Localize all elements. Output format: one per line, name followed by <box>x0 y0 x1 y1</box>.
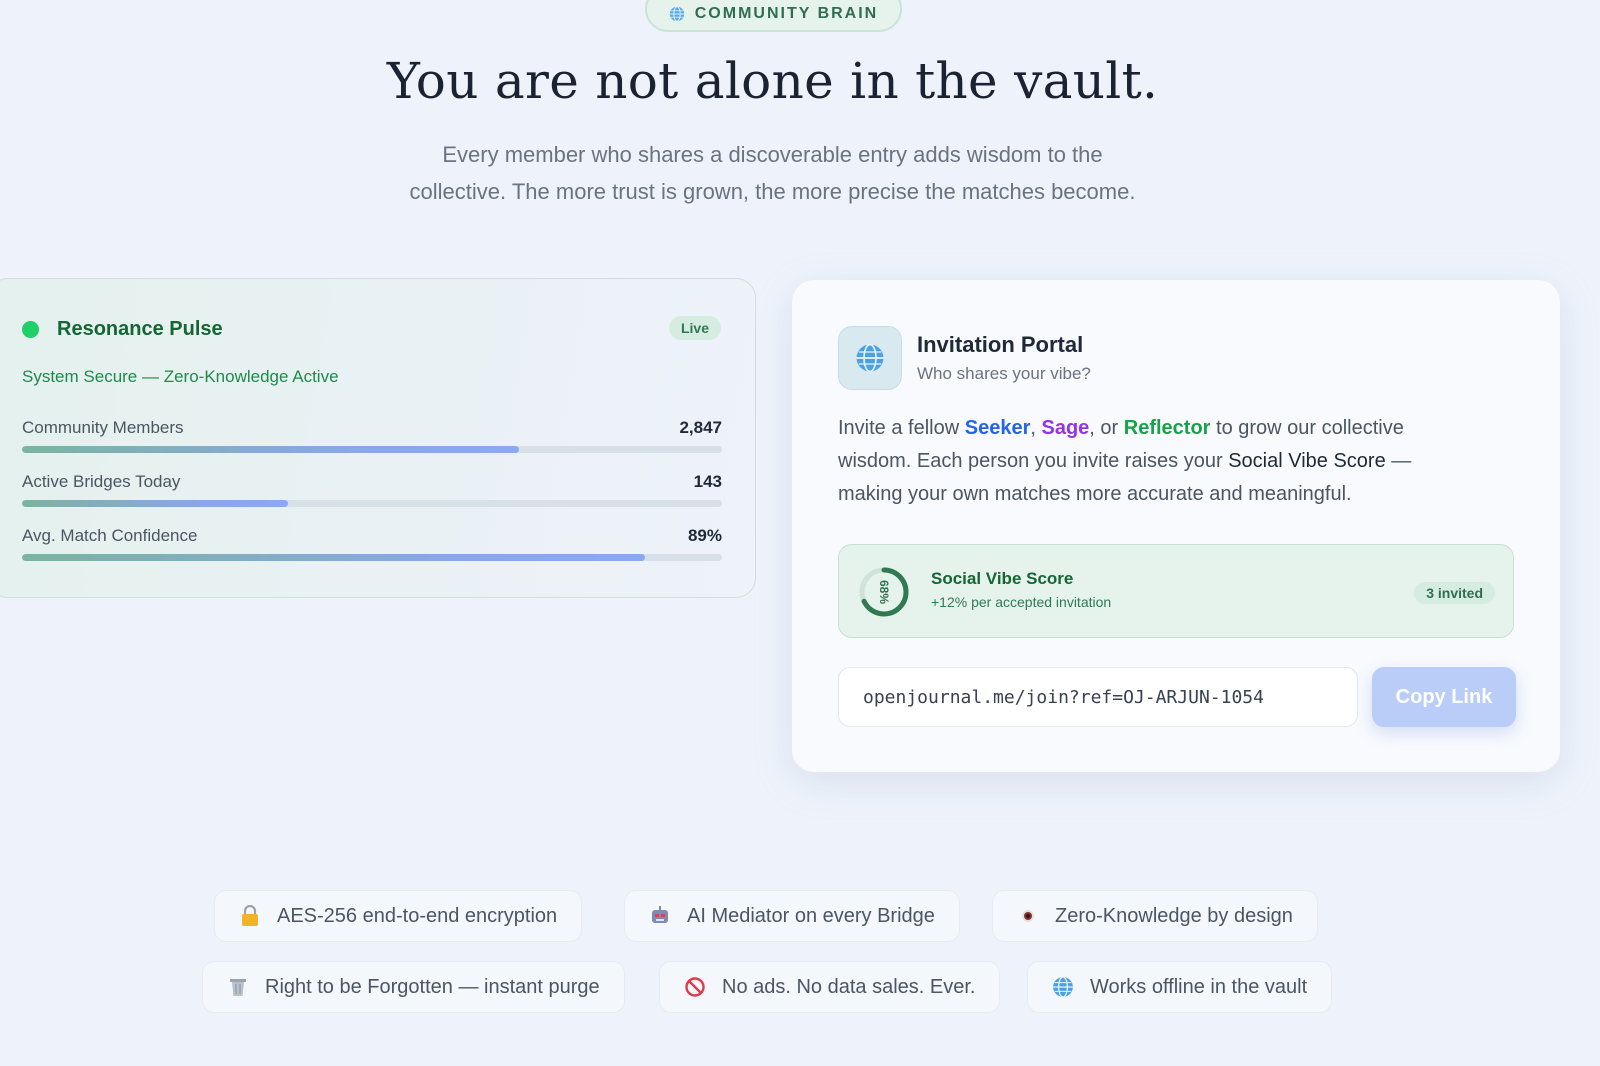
robot-icon <box>649 905 671 927</box>
feature-pill-encryption: AES-256 end-to-end encryption <box>214 890 583 942</box>
feature-label: Right to be Forgotten — instant purge <box>265 975 600 998</box>
vibe-score-percent: 68% <box>877 580 891 604</box>
metric-label: Active Bridges Today <box>22 472 181 491</box>
pulse-title: Resonance Pulse <box>57 318 223 340</box>
live-badge: Live <box>668 316 721 340</box>
invited-count-badge: 3 invited <box>1414 582 1495 604</box>
globe-icon <box>856 343 884 373</box>
feature-label: Zero-Knowledge by design <box>1055 904 1293 927</box>
metric-bar-fill <box>22 446 519 453</box>
feature-label: No ads. No data sales. Ever. <box>722 975 976 998</box>
globe-icon <box>669 6 684 22</box>
feature-label: Works offline in the vault <box>1090 975 1308 998</box>
role-reflector: Reflector <box>1123 417 1211 439</box>
status-dot-icon <box>22 321 39 338</box>
page-subtitle: Every member who shares a discoverable e… <box>340 136 1205 210</box>
eye-icon <box>1017 905 1039 927</box>
feature-pill-ai-mediator: AI Mediator on every Bridge <box>624 890 960 942</box>
subtitle-line: collective. The more trust is grown, the… <box>409 179 1136 204</box>
invitation-portal-card: Invitation Portal Who shares your vibe? … <box>792 280 1560 772</box>
page: COMMUNITY BRAIN You are not alone in the… <box>0 0 1600 1066</box>
subtitle-line: Every member who shares a discoverable e… <box>442 142 1103 167</box>
metric-bar-fill <box>22 500 288 507</box>
feature-pill-no-ads: No ads. No data sales. Ever. <box>659 961 1001 1013</box>
resonance-pulse-card: Resonance Pulse Live System Secure — Zer… <box>0 278 756 598</box>
role-sage: Sage <box>1041 417 1090 439</box>
vibe-score-subtitle: +12% per accepted invitation <box>931 594 1112 610</box>
copy-link-button[interactable]: Copy Link <box>1372 667 1516 727</box>
social-vibe-score-panel: 68% Social Vibe Score +12% per accepted … <box>838 544 1514 638</box>
metric-value: 2,847 <box>679 418 722 437</box>
metric-bar <box>22 500 722 507</box>
feature-label: AI Mediator on every Bridge <box>687 904 935 927</box>
score-name: Social Vibe Score <box>1228 450 1386 472</box>
community-brain-badge: COMMUNITY BRAIN <box>645 0 902 32</box>
badge-label: COMMUNITY BRAIN <box>694 5 879 22</box>
vibe-score-title: Social Vibe Score <box>931 569 1074 588</box>
metric-value: 143 <box>693 472 722 491</box>
metric-label: Avg. Match Confidence <box>22 526 198 545</box>
trash-icon <box>227 976 249 998</box>
feature-pill-forgotten: Right to be Forgotten — instant purge <box>202 961 625 1013</box>
metric-match-confidence: Avg. Match Confidence 89% <box>22 526 722 561</box>
feature-label: AES-256 end-to-end encryption <box>277 904 558 927</box>
metric-bar <box>22 554 722 561</box>
metric-label: Community Members <box>22 418 184 437</box>
metric-bar-fill <box>22 554 645 561</box>
portal-subtitle: Who shares your vibe? <box>917 364 1091 383</box>
role-seeker: Seeker <box>964 417 1031 439</box>
metric-value: 89% <box>687 526 722 545</box>
page-title: You are not alone in the vault. <box>386 52 1159 110</box>
feature-pill-zero-knowledge: Zero-Knowledge by design <box>992 890 1318 942</box>
metric-bar <box>22 446 722 453</box>
vibe-score-ring: 68% <box>859 567 909 617</box>
portal-title: Invitation Portal <box>917 332 1084 357</box>
no-entry-icon <box>684 976 706 998</box>
invite-text-part: Invite a fellow <box>838 417 965 439</box>
metric-community-members: Community Members 2,847 <box>22 418 722 453</box>
metric-active-bridges: Active Bridges Today 143 <box>22 472 722 507</box>
pulse-header: Resonance Pulse <box>22 318 223 341</box>
portal-icon-tile <box>838 326 902 390</box>
invite-text-part: , <box>1030 417 1042 439</box>
invite-description: Invite a fellow Seeker, Sage, or Reflect… <box>838 412 1478 511</box>
lock-icon <box>239 905 261 927</box>
invite-text-part: , or <box>1089 417 1124 439</box>
invite-link-field[interactable] <box>838 667 1358 727</box>
globe-icon <box>1052 976 1074 998</box>
feature-pill-offline: Works offline in the vault <box>1027 961 1333 1013</box>
security-status: System Secure — Zero-Knowledge Active <box>22 367 339 386</box>
